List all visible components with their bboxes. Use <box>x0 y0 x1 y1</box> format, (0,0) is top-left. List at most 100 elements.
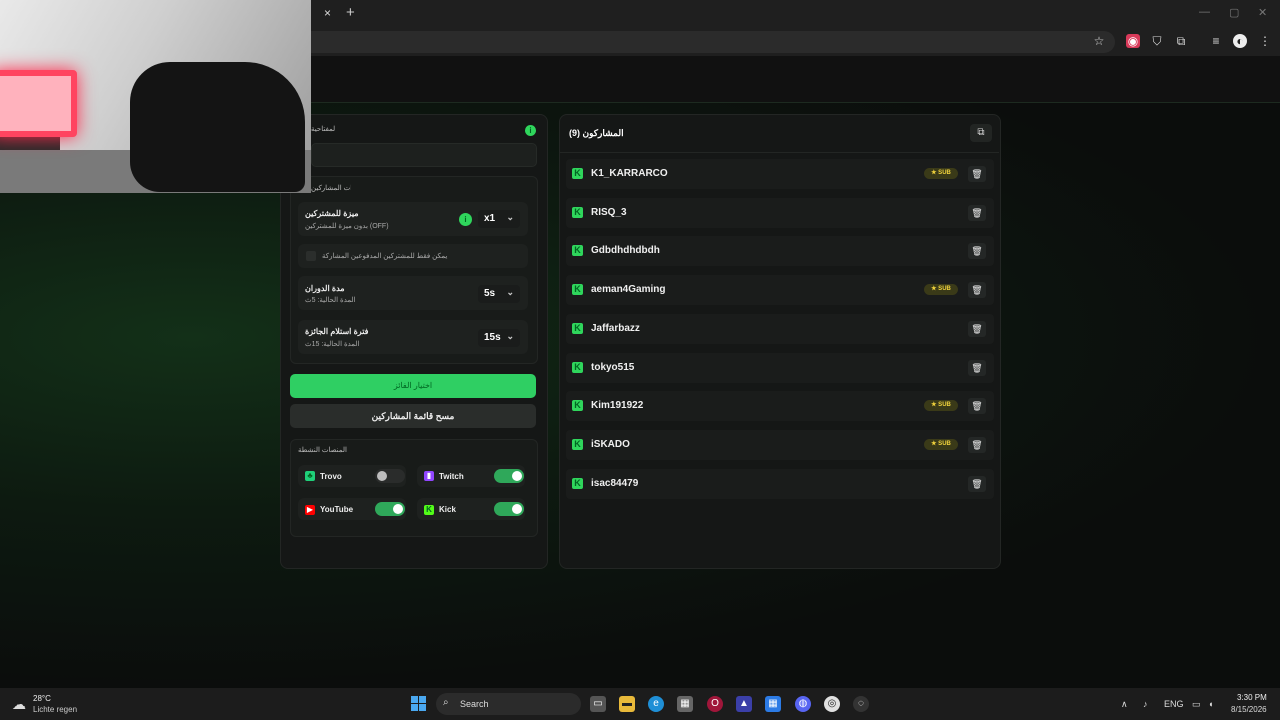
participant-name: Kim191922 <box>591 400 644 412</box>
platforms-title: المنصات النشطة <box>298 447 347 454</box>
tray-chevron-icon[interactable]: ∧ <box>1121 699 1128 710</box>
delete-participant-button[interactable]: 🗑 <box>968 475 986 492</box>
close-window-button[interactable]: ✕ <box>1258 6 1267 19</box>
extensions-puzzle-icon[interactable]: ⧉ <box>1174 34 1188 48</box>
profile-avatar-icon[interactable]: ◐ <box>1233 34 1247 48</box>
participant-name: Jaffarbazz <box>591 322 640 334</box>
search-icon: ⌕ <box>443 697 449 708</box>
youtube-icon: ▶ <box>305 505 315 515</box>
delete-participant-button[interactable]: 🗑 <box>968 204 986 221</box>
kick-icon: K <box>572 361 583 373</box>
delete-participant-button[interactable]: 🗑 <box>968 320 986 337</box>
advantage-info-icon[interactable]: i <box>459 213 472 226</box>
participant-row: K Jaffarbazz 🗑 <box>566 313 994 344</box>
settings-title: إعدادات المشاركين <box>311 185 351 192</box>
pick-winner-button[interactable]: اختيار الفائز <box>290 374 536 398</box>
shield-icon[interactable]: ⛉ <box>1150 34 1164 48</box>
kick-icon: K <box>424 505 434 515</box>
trash-icon: 🗑 <box>971 207 983 218</box>
twitch-icon: ▮ <box>424 471 434 481</box>
clear-participants-button[interactable]: مسح قائمة المشاركين <box>290 404 536 428</box>
platform-trovo-label: Trovo <box>320 472 342 481</box>
kick-icon: K <box>572 438 583 450</box>
discord-icon[interactable]: ◍ <box>795 696 811 712</box>
trovo-toggle[interactable] <box>375 469 405 483</box>
kick-toggle[interactable] <box>494 502 524 516</box>
app-ring-icon[interactable]: ◌ <box>853 696 869 712</box>
participant-row: Ktokyo515 🗑 <box>566 352 994 383</box>
store-icon[interactable]: ▦ <box>677 696 693 712</box>
network-icon[interactable]: ▭ <box>1192 699 1201 710</box>
microphone-icon[interactable]: ♪ <box>1143 699 1148 709</box>
weather-desc[interactable]: Lichte regen <box>33 705 77 714</box>
trovo-icon: ♣ <box>305 471 315 481</box>
chevron-down-icon: ⌄ <box>506 212 514 222</box>
start-button[interactable] <box>411 696 427 712</box>
opera-icon[interactable]: O <box>707 696 723 712</box>
minimize-button[interactable]: — <box>1199 6 1210 18</box>
claim-period-title: فترة استلام الجائزة <box>305 327 369 336</box>
clock-date[interactable]: 8/15/2026 <box>1231 705 1267 714</box>
participant-name: K1_KARRARCO <box>591 168 668 179</box>
delete-participant-button[interactable]: 🗑 <box>968 436 986 453</box>
trash-icon: 🗑 <box>971 478 983 489</box>
menu-kebab-icon[interactable]: ⋮ <box>1258 34 1272 48</box>
delete-participant-button[interactable]: 🗑 <box>968 359 986 376</box>
participant-name: iSKADO <box>591 438 630 450</box>
extension-record-icon[interactable]: ◉ <box>1126 34 1140 48</box>
youtube-toggle[interactable] <box>375 502 405 516</box>
twitch-toggle[interactable] <box>494 469 524 483</box>
edge-icon[interactable]: e <box>648 696 664 712</box>
delete-participant-button[interactable]: 🗑 <box>968 243 986 260</box>
kick-icon: K <box>572 168 583 179</box>
paid-only-checkbox[interactable] <box>306 251 316 261</box>
participant-row: K K1_KARRARCO ★ SUB 🗑 <box>566 159 994 189</box>
copy-list-button[interactable]: ⧉ <box>970 124 992 142</box>
trash-icon: 🗑 <box>971 362 983 373</box>
chevron-down-icon: ⌄ <box>506 331 514 341</box>
taskbar-search[interactable] <box>436 693 581 715</box>
claim-period-subtitle: المدة الحالية: 15ث <box>305 341 360 348</box>
delete-participant-button[interactable]: 🗑 <box>968 398 986 415</box>
bookmark-star-icon[interactable]: ☆ <box>1092 34 1106 48</box>
delete-participant-button[interactable]: 🗑 <box>968 166 986 182</box>
task-view-icon[interactable]: ▭ <box>590 696 606 712</box>
advantage-title: ميزة للمشتركين <box>305 209 359 218</box>
kick-icon: K <box>572 206 583 218</box>
chevron-down-icon: ⌄ <box>506 287 514 297</box>
participant-row: Kisac84479 🗑 <box>566 468 994 499</box>
kick-icon: K <box>572 284 583 296</box>
new-tab-button[interactable]: + <box>346 4 355 21</box>
language-indicator[interactable]: ENG <box>1164 699 1184 709</box>
app-icon[interactable]: ▲ <box>736 696 752 712</box>
kick-icon: K <box>572 245 583 257</box>
claim-period-value: 15s <box>484 332 501 343</box>
kick-icon: K <box>572 400 583 412</box>
sub-badge: ★ SUB <box>924 400 958 412</box>
sub-badge: ★ SUB <box>924 284 958 296</box>
spin-duration-select[interactable]: 5s ⌄ <box>478 285 520 303</box>
tab-close-button[interactable]: × <box>324 6 331 20</box>
file-explorer-icon[interactable]: ▬ <box>619 696 635 712</box>
keyword-input[interactable] <box>311 143 537 167</box>
clock-time[interactable]: 3:30 PM <box>1237 693 1267 702</box>
participant-row: K Kim191922 ★ SUB 🗑 <box>566 391 994 422</box>
weather-cloud-icon[interactable]: ☁ <box>12 696 26 713</box>
tab-search-icon[interactable]: ≡ <box>1209 34 1223 48</box>
platform-twitch-label: Twitch <box>439 472 464 481</box>
webcam-chair <box>130 62 305 192</box>
chrome-icon[interactable]: ◎ <box>824 696 840 712</box>
app-grid-icon[interactable]: ▦ <box>765 696 781 712</box>
claim-period-select[interactable]: 15s ⌄ <box>478 329 520 347</box>
advantage-value: x1 <box>484 213 496 224</box>
keyword-info-icon[interactable]: i <box>525 125 536 136</box>
advantage-select[interactable]: x1 ⌄ <box>478 210 520 228</box>
address-bar[interactable] <box>300 31 1115 53</box>
platform-kick-label: Kick <box>439 505 456 514</box>
maximize-button[interactable]: ▢ <box>1229 6 1239 19</box>
volume-icon[interactable]: ◖ <box>1208 699 1213 709</box>
delete-participant-button[interactable]: 🗑 <box>968 282 986 299</box>
participant-name: aeman4Gaming <box>591 284 666 296</box>
weather-temp[interactable]: 28°C <box>33 694 51 703</box>
paid-only-label: يمكن فقط للمشتركين المدفوعين المشاركة <box>322 253 448 260</box>
